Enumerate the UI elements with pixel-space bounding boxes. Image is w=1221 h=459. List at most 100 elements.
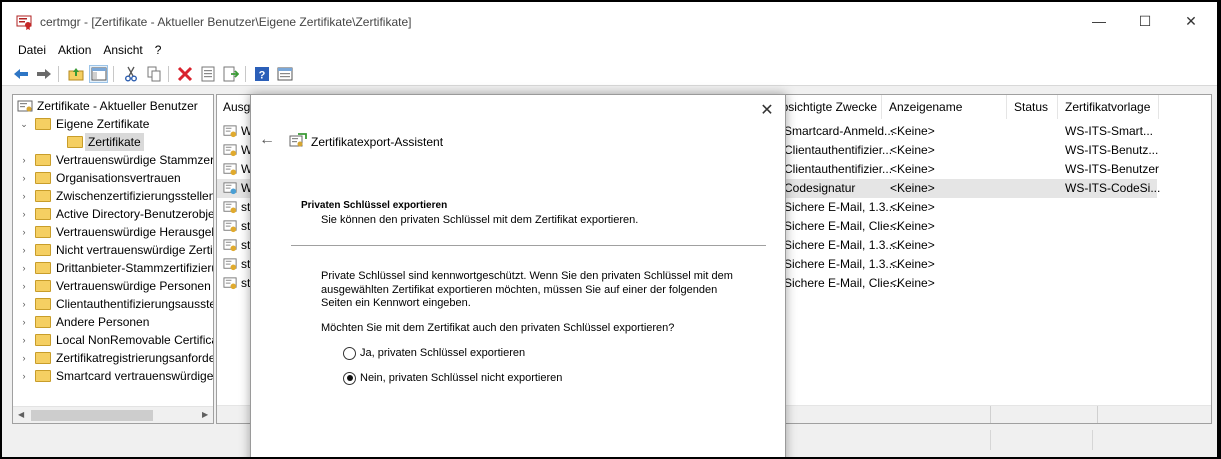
- cell-name: st: [241, 238, 251, 252]
- folder-icon: [35, 316, 51, 328]
- dialog-close-button[interactable]: ✕: [757, 101, 777, 121]
- minimize-button[interactable]: —: [1076, 2, 1122, 40]
- expand-chevron-icon[interactable]: ›: [19, 259, 29, 277]
- export-list-icon: [223, 66, 239, 82]
- cut-button[interactable]: [121, 65, 140, 83]
- copy-icon: [147, 66, 160, 82]
- column-header-display-name[interactable]: Anzeigename: [883, 95, 1007, 119]
- scroll-left-icon[interactable]: ◀: [18, 410, 24, 419]
- tree-item-label: Vertrauenswürdige Herausgeber: [56, 225, 214, 239]
- certificate-export-wizard: ✕ ← Zertifikatexport-Assistent Privaten …: [250, 94, 786, 457]
- radio-label[interactable]: Ja, privaten Schlüssel exportieren: [360, 347, 525, 359]
- certificate-icon: [223, 163, 237, 176]
- cell-template: WS-ITS-Benutz...: [1065, 143, 1159, 157]
- up-level-button[interactable]: [66, 65, 85, 83]
- cell-name: st: [241, 200, 251, 214]
- cell-display: <Keine>: [890, 238, 935, 252]
- column-header-status[interactable]: Status: [1008, 95, 1058, 119]
- column-header-template[interactable]: Zertifikatvorlage: [1059, 95, 1159, 119]
- tree-item-label: Andere Personen: [56, 315, 150, 329]
- folder-icon: [35, 280, 51, 292]
- folder-icon: [35, 118, 51, 130]
- toolbar-separator: [113, 66, 114, 82]
- menu-aktion[interactable]: Aktion: [52, 40, 97, 62]
- cell-name: st: [241, 257, 251, 271]
- cell-template: WS-ITS-Smart...: [1065, 124, 1153, 138]
- collapse-chevron-icon[interactable]: ⌄: [19, 115, 29, 133]
- cell-display: <Keine>: [890, 181, 935, 195]
- certificate-icon: [223, 277, 237, 290]
- show-hide-tree-button[interactable]: [89, 65, 108, 83]
- certificate-icon: [223, 239, 237, 252]
- tree-item-label: Nicht vertrauenswürdige Zertifikate: [56, 243, 213, 257]
- radio-label[interactable]: Nein, privaten Schlüssel nicht exportier…: [360, 372, 562, 384]
- help-icon: ?: [254, 67, 269, 82]
- tree-item-label: Drittanbieter-Stammzertifizierungsstelle…: [56, 261, 213, 275]
- up-folder-icon: [68, 68, 83, 81]
- expand-chevron-icon[interactable]: ›: [19, 241, 29, 259]
- expand-chevron-icon[interactable]: ›: [19, 331, 29, 349]
- radio-button[interactable]: [343, 346, 356, 360]
- scrollbar-thumb[interactable]: [31, 410, 153, 421]
- expand-chevron-icon[interactable]: ›: [19, 277, 29, 295]
- help-button[interactable]: ?: [252, 65, 271, 83]
- certificate-icon: [223, 182, 237, 195]
- tree-item-label: Vertrauenswürdige Personen: [56, 279, 211, 293]
- status-divider: [1092, 430, 1093, 450]
- properties-icon: [201, 66, 214, 82]
- expand-chevron-icon[interactable]: ›: [19, 151, 29, 169]
- cut-icon: [124, 66, 137, 82]
- folder-icon: [35, 154, 51, 166]
- cell-display: <Keine>: [890, 200, 935, 214]
- expand-chevron-icon[interactable]: ›: [19, 367, 29, 385]
- close-icon: ✕: [1185, 12, 1197, 29]
- menu-help[interactable]: ?: [149, 40, 168, 62]
- back-button[interactable]: [11, 65, 30, 83]
- certificate-icon: [223, 125, 237, 138]
- maximize-button[interactable]: ☐: [1122, 2, 1168, 40]
- expand-chevron-icon[interactable]: ›: [19, 349, 29, 367]
- footer-divider: [990, 406, 991, 423]
- properties-button[interactable]: [198, 65, 217, 83]
- expand-chevron-icon[interactable]: ›: [19, 223, 29, 241]
- expand-chevron-icon[interactable]: ›: [19, 313, 29, 331]
- svg-text:?: ?: [258, 70, 265, 82]
- radio-export-no[interactable]: Nein, privaten Schlüssel nicht exportier…: [343, 370, 562, 386]
- copy-button[interactable]: [144, 65, 163, 83]
- footer-divider: [1097, 406, 1098, 423]
- close-window-button[interactable]: ✕: [1168, 2, 1214, 40]
- cell-purpose: Sichere E-Mail, Clie...: [784, 276, 900, 290]
- folder-icon: [35, 352, 51, 364]
- radio-export-yes[interactable]: Ja, privaten Schlüssel exportieren: [343, 345, 525, 361]
- certificate-wizard-icon: [289, 133, 307, 147]
- radio-button-selected[interactable]: [343, 371, 356, 385]
- certificate-icon: [223, 201, 237, 214]
- folder-icon: [35, 370, 51, 382]
- cell-name: st: [241, 219, 251, 233]
- menu-bar: Datei Aktion Ansicht ?: [2, 40, 1217, 62]
- forward-button[interactable]: [34, 65, 53, 83]
- wizard-back-button[interactable]: ←: [259, 131, 275, 149]
- export-list-button[interactable]: [221, 65, 240, 83]
- expand-chevron-icon[interactable]: ›: [19, 205, 29, 223]
- close-icon: ✕: [760, 102, 774, 119]
- tree-horizontal-scrollbar[interactable]: ◀ ▶: [13, 406, 213, 423]
- certificate-icon: [223, 220, 237, 233]
- column-header-purposes[interactable]: Beabsichtigte Zwecke: [780, 95, 882, 119]
- folder-icon: [35, 208, 51, 220]
- menu-datei[interactable]: Datei: [12, 40, 52, 62]
- expand-chevron-icon[interactable]: ›: [19, 187, 29, 205]
- tree-item-label: Eigene Zertifikate: [56, 117, 150, 131]
- mmc-view-button[interactable]: [275, 65, 294, 83]
- scroll-right-icon[interactable]: ▶: [202, 410, 208, 419]
- menu-ansicht[interactable]: Ansicht: [97, 40, 148, 62]
- cell-purpose: Smartcard-Anmeld...: [784, 124, 895, 138]
- tree-pane[interactable]: Zertifikate - Aktueller Benutzer ⌄ Eigene…: [12, 94, 214, 424]
- delete-icon: [177, 66, 192, 82]
- tree-item-label: Zertifikatregistrierungsanforderungen: [56, 351, 213, 365]
- expand-chevron-icon[interactable]: ›: [19, 169, 29, 187]
- show-hide-tree-icon: [91, 67, 106, 81]
- window-title: certmgr - [Zertifikate - Aktueller Benut…: [40, 15, 412, 29]
- delete-button[interactable]: [175, 65, 194, 83]
- expand-chevron-icon[interactable]: ›: [19, 295, 29, 313]
